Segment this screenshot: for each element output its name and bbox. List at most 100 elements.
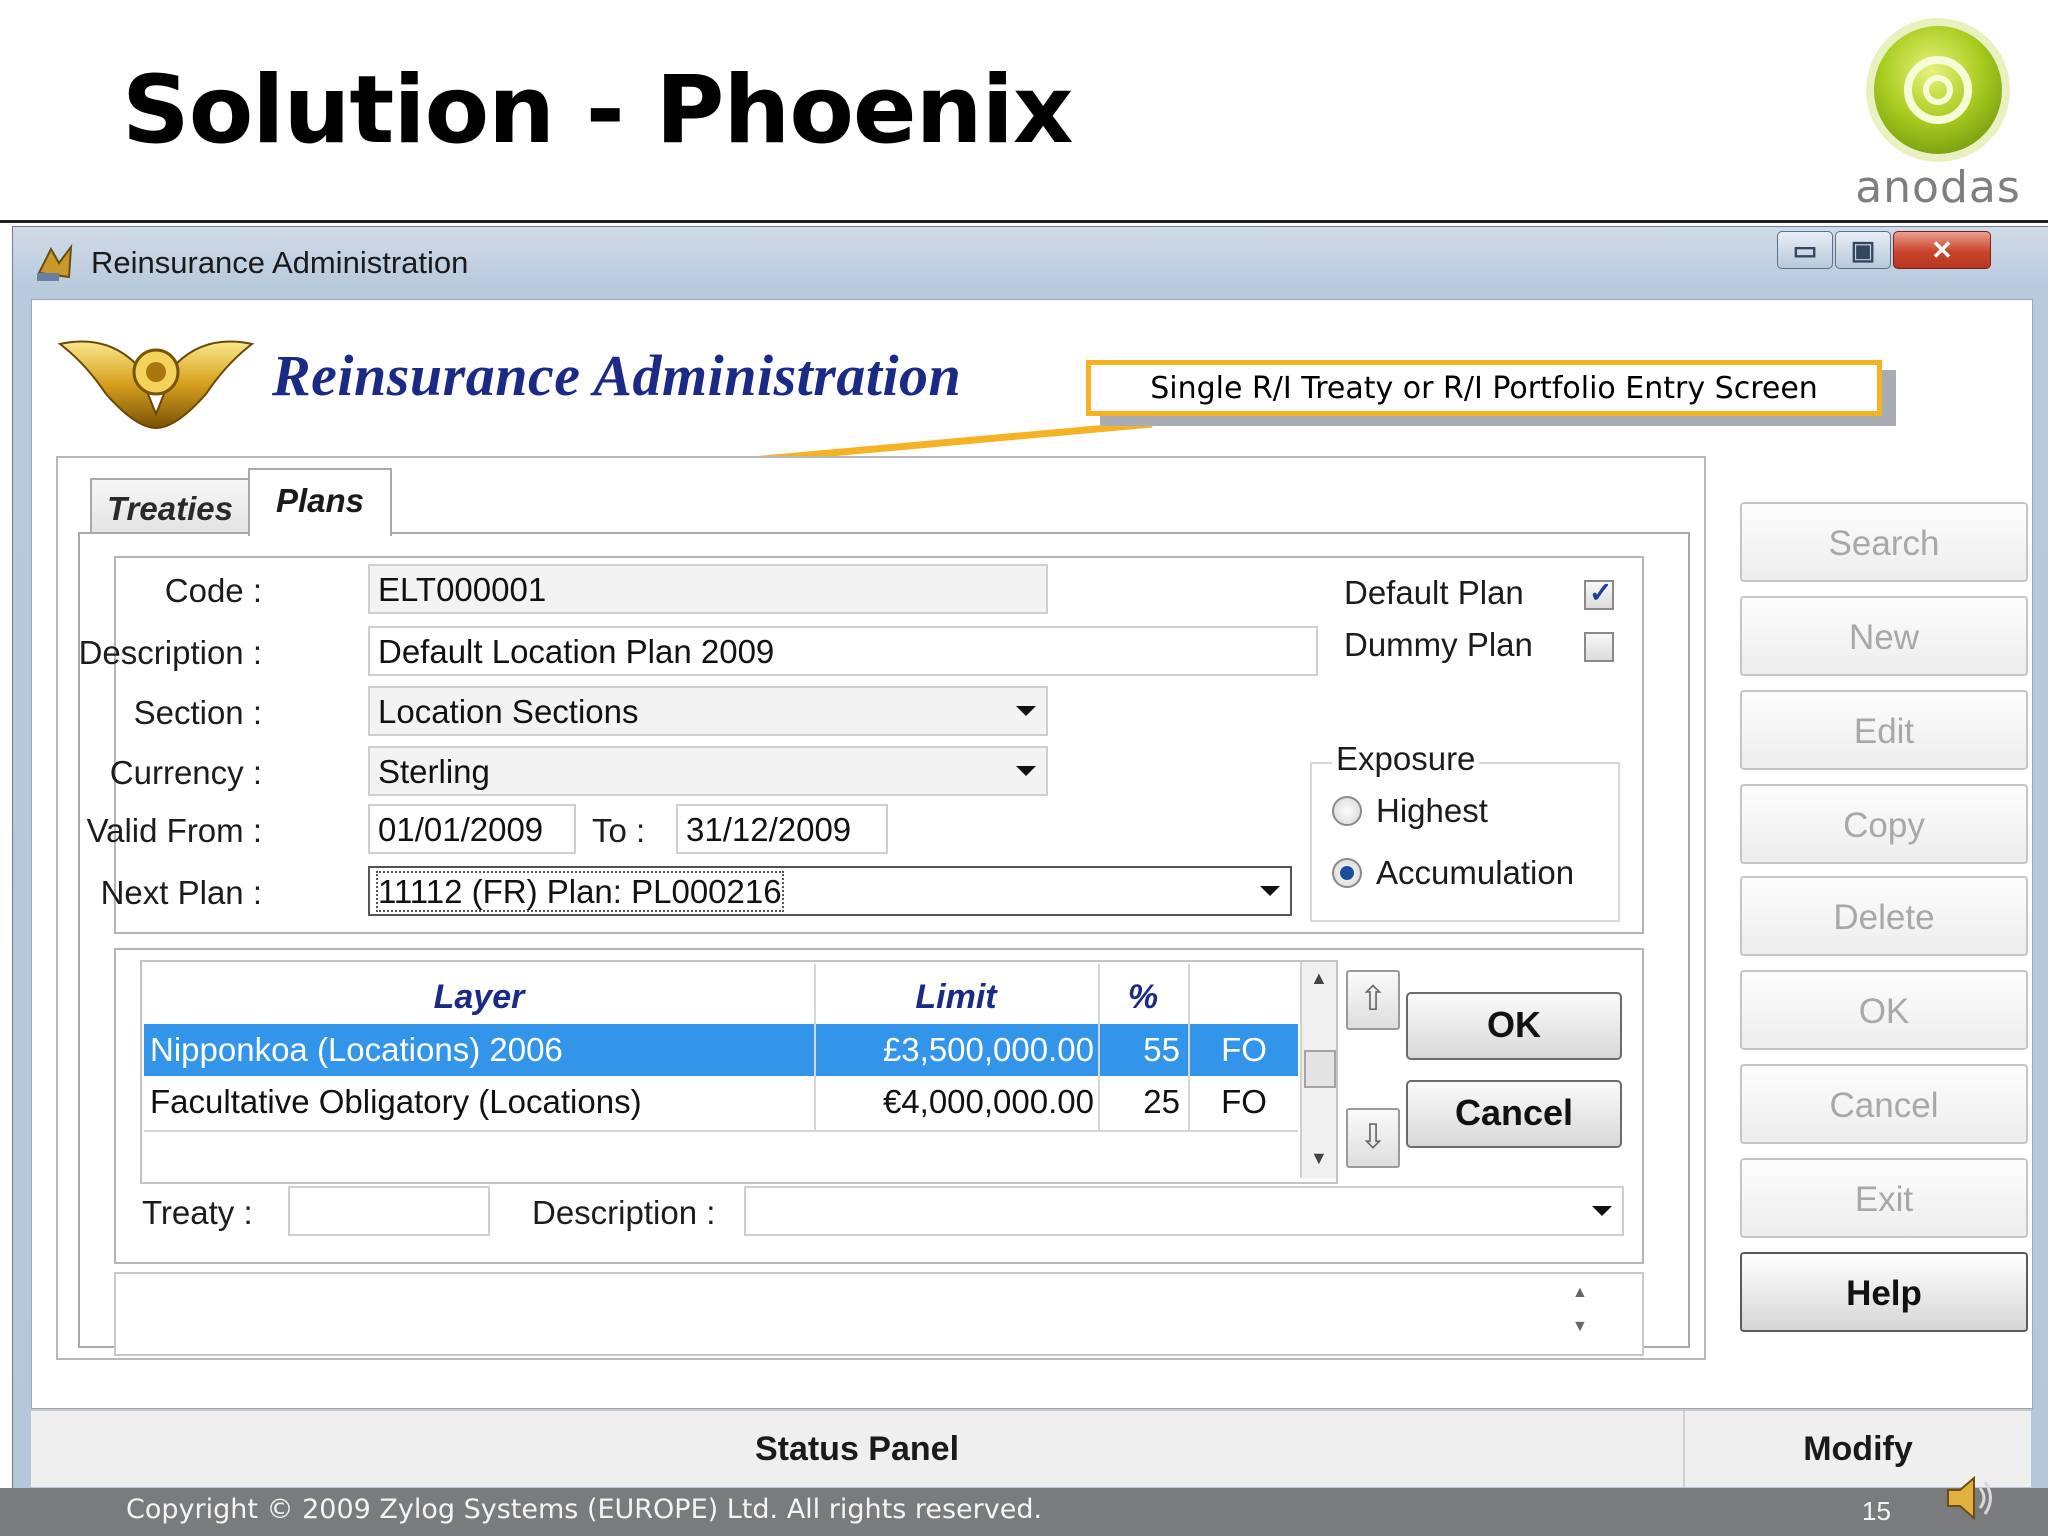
new-button[interactable]: New <box>1740 596 2028 676</box>
app-title: Reinsurance Administration <box>272 343 962 408</box>
close-icon: ✕ <box>1931 235 1953 265</box>
check-icon: ✓ <box>1589 577 1613 608</box>
maximize-button[interactable]: ▣ <box>1835 231 1891 269</box>
move-up-button[interactable]: ⇧ <box>1346 970 1400 1030</box>
app-window: Reinsurance Administration ▭ ▣ ✕ Reinsur… <box>12 226 2048 1490</box>
arrow-down-icon: ⇩ <box>1358 1118 1388 1156</box>
callout-text: Single R/I Treaty or R/I Portfolio Entry… <box>1150 371 1818 406</box>
table-scrollbar[interactable]: ▲ ▼ <box>1300 962 1336 1178</box>
limit-cell: €4,000,000.00 <box>882 1083 1094 1120</box>
percent-cell: 55 <box>1100 1024 1188 1076</box>
exposure-accumulation-label: Accumulation <box>1376 854 1575 891</box>
table-row[interactable]: Facultative Obligatory (Locations) €4,00… <box>144 1076 1298 1132</box>
scroll-down-icon[interactable]: ▼ <box>1572 1318 1588 1336</box>
currency-value: Sterling <box>378 753 490 790</box>
column-divider <box>1098 964 1100 1130</box>
app-window-icon <box>33 243 77 283</box>
notes-scrollbar[interactable]: ▲ ▼ <box>1564 1278 1598 1348</box>
description-field[interactable]: Default Location Plan 2009 <box>368 626 1318 676</box>
valid-from-label: Valid From : <box>86 812 262 849</box>
exposure-group <box>1310 762 1620 922</box>
chevron-down-icon <box>1016 706 1036 716</box>
copy-button[interactable]: Copy <box>1740 784 2028 864</box>
speaker-icon[interactable] <box>1940 1468 2000 1528</box>
search-button[interactable]: Search <box>1740 502 2028 582</box>
treaty-label: Treaty : <box>142 1194 253 1231</box>
table-row[interactable]: Nipponkoa (Locations) 2006 £3,500,000.00… <box>144 1024 1298 1076</box>
exposure-accumulation-radio[interactable] <box>1332 858 1362 888</box>
grid-ok-button[interactable]: OK <box>1406 992 1622 1060</box>
type-cell: FO <box>1190 1024 1298 1076</box>
status-bar: Status Panel Modify <box>31 1409 2031 1487</box>
window-title: Reinsurance Administration <box>91 245 469 280</box>
next-plan-select[interactable]: 11112 (FR) Plan: PL000216 <box>368 866 1292 916</box>
column-header-layer[interactable]: Layer <box>144 972 814 1022</box>
brand-name: anodas <box>1855 162 2021 213</box>
scroll-down-icon[interactable]: ▼ <box>1310 1148 1328 1169</box>
exposure-label: Exposure <box>1332 740 1480 778</box>
type-cell: FO <box>1221 1083 1267 1120</box>
window-client-area: Reinsurance Administration Single R/I Tr… <box>31 299 2033 1409</box>
valid-from-field[interactable]: 01/01/2009 <box>368 804 576 854</box>
treaty-field[interactable] <box>288 1186 490 1236</box>
minimize-icon: ▭ <box>1792 235 1818 265</box>
layer-cell: Facultative Obligatory (Locations) <box>150 1083 642 1120</box>
minimize-button[interactable]: ▭ <box>1777 231 1833 269</box>
dummy-plan-label: Dummy Plan <box>1344 626 1533 663</box>
arrow-up-icon: ⇧ <box>1358 980 1388 1018</box>
maximize-icon: ▣ <box>1850 235 1876 265</box>
section-label: Section : <box>133 694 262 731</box>
layer-cell: Nipponkoa (Locations) 2006 <box>144 1024 814 1076</box>
column-divider <box>814 964 816 1130</box>
exposure-highest-radio[interactable] <box>1332 796 1362 826</box>
chevron-down-icon <box>1260 886 1280 896</box>
winged-emblem-icon <box>56 324 256 434</box>
callout-box: Single R/I Treaty or R/I Portfolio Entry… <box>1086 360 1882 416</box>
column-header-limit[interactable]: Limit <box>814 972 1098 1022</box>
grid-description-label: Description : <box>532 1194 716 1231</box>
default-plan-label: Default Plan <box>1344 574 1524 611</box>
valid-to-field[interactable]: 31/12/2009 <box>676 804 888 854</box>
move-down-button[interactable]: ⇩ <box>1346 1108 1400 1168</box>
close-button[interactable]: ✕ <box>1893 231 1991 269</box>
cancel-button[interactable]: Cancel <box>1740 1064 2028 1144</box>
notes-area[interactable] <box>114 1272 1644 1356</box>
tab-plans[interactable]: Plans <box>248 468 392 536</box>
percent-cell: 25 <box>1143 1083 1180 1120</box>
to-label: To : <box>592 812 646 849</box>
currency-label: Currency : <box>109 754 262 791</box>
limit-cell: £3,500,000.00 <box>816 1024 1098 1076</box>
radio-selected-indicator <box>1340 866 1354 880</box>
exit-button[interactable]: Exit <box>1740 1158 2028 1238</box>
grid-description-select[interactable] <box>744 1186 1624 1236</box>
tab-treaties[interactable]: Treaties <box>90 478 250 534</box>
currency-select[interactable]: Sterling <box>368 746 1048 796</box>
column-header-percent[interactable]: % <box>1098 972 1188 1022</box>
ok-button[interactable]: OK <box>1740 970 2028 1050</box>
edit-button[interactable]: Edit <box>1740 690 2028 770</box>
grid-cancel-button[interactable]: Cancel <box>1406 1080 1622 1148</box>
copyright-text: Copyright © 2009 Zylog Systems (EUROPE) … <box>126 1494 1043 1525</box>
next-plan-label: Next Plan : <box>100 874 262 911</box>
help-button[interactable]: Help <box>1740 1252 2028 1332</box>
next-plan-value: 11112 (FR) Plan: PL000216 <box>376 871 784 912</box>
default-plan-checkbox[interactable]: ✓ <box>1584 577 1614 610</box>
delete-button[interactable]: Delete <box>1740 876 2028 956</box>
slide-title: Solution - Phoenix <box>122 56 1073 165</box>
exposure-highest-label: Highest <box>1376 792 1488 829</box>
page-number: 15 <box>1862 1496 1891 1526</box>
status-panel: Status Panel <box>31 1411 1685 1487</box>
code-label: Code : <box>164 572 262 609</box>
chevron-down-icon <box>1592 1206 1612 1216</box>
scroll-thumb[interactable] <box>1304 1050 1336 1088</box>
dummy-plan-checkbox[interactable] <box>1584 632 1614 662</box>
section-value: Location Sections <box>378 693 639 730</box>
scroll-up-icon[interactable]: ▲ <box>1310 968 1328 989</box>
header-divider <box>0 220 2048 223</box>
scroll-up-icon[interactable]: ▲ <box>1572 1284 1588 1302</box>
description-label: Description : <box>78 634 262 671</box>
chevron-down-icon <box>1016 766 1036 776</box>
section-select[interactable]: Location Sections <box>368 686 1048 736</box>
column-divider <box>1188 964 1190 1130</box>
code-field[interactable]: ELT000001 <box>368 564 1048 614</box>
